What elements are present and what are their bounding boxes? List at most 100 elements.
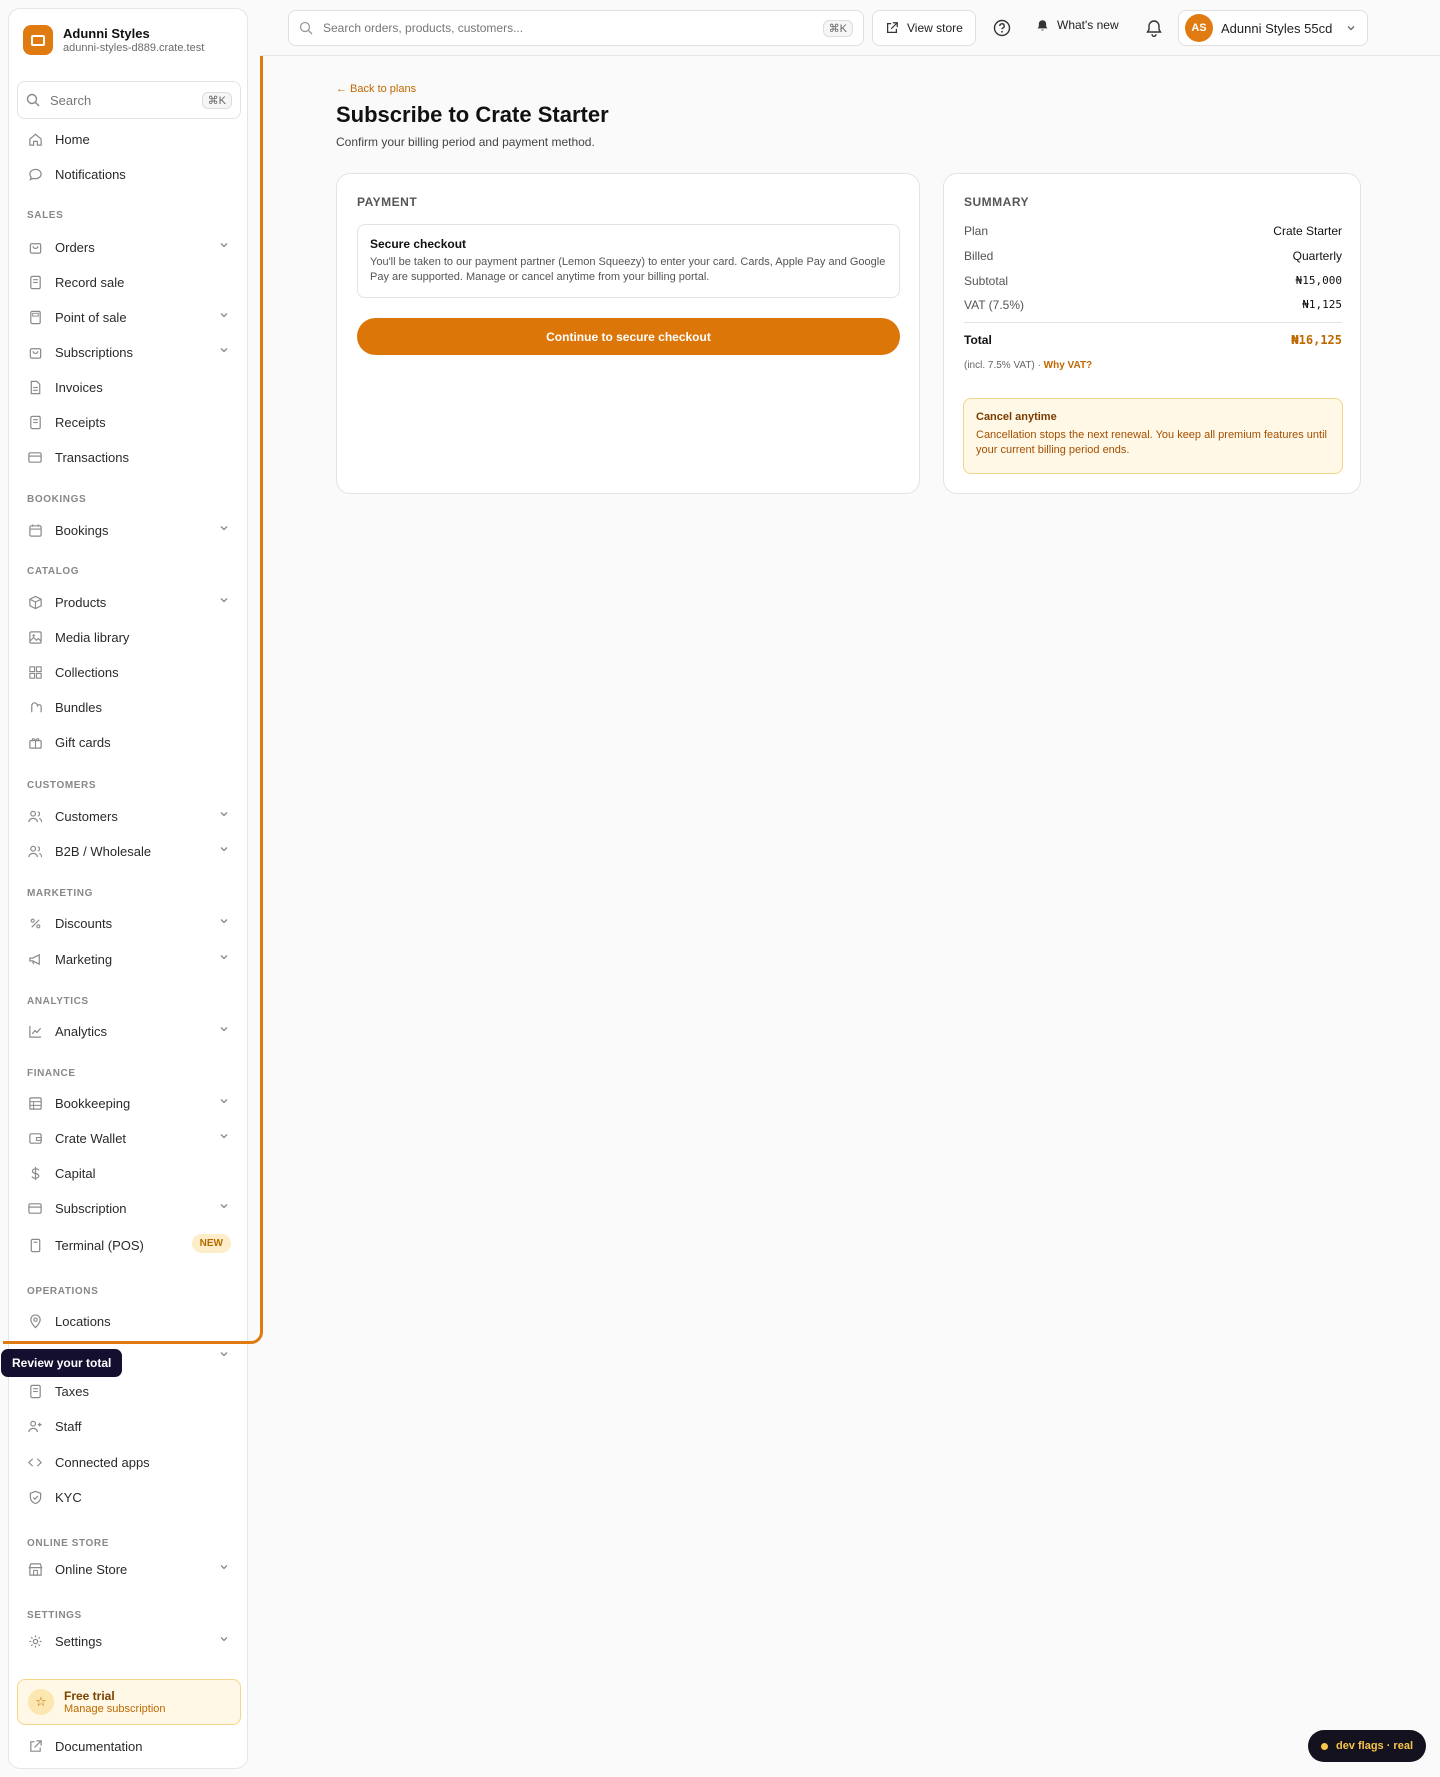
global-search-input[interactable]: Search orders, products, customers... ⌘K bbox=[288, 10, 864, 46]
sidebar-item-label: KYC bbox=[55, 1489, 82, 1505]
sidebar-item-label: Receipts bbox=[55, 414, 106, 430]
store-switcher[interactable]: Adunni Styles adunni-styles-d889.crate.t… bbox=[23, 25, 204, 55]
sidebar-item-media-library[interactable]: Media library bbox=[17, 622, 241, 652]
shopping-bag-icon bbox=[27, 239, 43, 255]
whats-new-label: What's new bbox=[1057, 18, 1119, 32]
notifications-button[interactable] bbox=[1140, 14, 1168, 42]
megaphone-icon bbox=[27, 951, 43, 967]
sidebar-item-label: Subscription bbox=[55, 1200, 127, 1216]
sidebar-item-analytics[interactable]: Analytics bbox=[17, 1016, 241, 1046]
sidebar-item-gift-cards[interactable]: Gift cards bbox=[17, 727, 241, 757]
chevron-down-icon bbox=[219, 310, 229, 320]
sidebar-item-bookings[interactable]: Bookings bbox=[17, 515, 241, 545]
help-button[interactable] bbox=[988, 14, 1016, 42]
sidebar-item-discounts[interactable]: Discounts bbox=[17, 908, 241, 938]
storefront-icon bbox=[27, 1561, 43, 1577]
section-heading-settings: SETTINGS bbox=[27, 1610, 82, 1621]
account-menu[interactable]: AS Adunni Styles 55cd bbox=[1178, 10, 1368, 46]
sidebar-item-label: Bookings bbox=[55, 522, 109, 538]
free-trial-card[interactable]: ☆ Free trial Manage subscription bbox=[17, 1679, 241, 1725]
back-to-plans-link[interactable]: ← Back to plans bbox=[336, 83, 416, 95]
chevron-down-icon bbox=[219, 1201, 229, 1211]
sidebar-item-record-sale[interactable]: Record sale bbox=[17, 267, 241, 297]
chevron-down-icon bbox=[219, 523, 229, 533]
topbar: Search orders, products, customers... ⌘K… bbox=[260, 0, 1440, 56]
sidebar-item-orders[interactable]: Orders bbox=[17, 232, 241, 262]
sidebar-item-label: Crate Wallet bbox=[55, 1130, 127, 1146]
sidebar-item-label: Settings bbox=[55, 1633, 102, 1649]
sidebar-item-subscriptions[interactable]: Subscriptions bbox=[17, 337, 241, 367]
section-heading-analytics: ANALYTICS bbox=[27, 996, 89, 1007]
sidebar-item-marketing[interactable]: Marketing bbox=[17, 944, 241, 974]
cancel-anytime-notice: Cancel anytime Cancellation stops the ne… bbox=[963, 398, 1343, 474]
continue-to-checkout-button[interactable]: Continue to secure checkout bbox=[357, 318, 900, 355]
whats-new-button[interactable]: What's new bbox=[1036, 18, 1119, 32]
summary-label: Subtotal bbox=[964, 274, 1009, 288]
sidebar-item-taxes[interactable]: Taxes bbox=[17, 1376, 241, 1406]
sidebar-item-label: Terminal (POS) bbox=[55, 1237, 144, 1253]
sidebar-item-label: Discounts bbox=[55, 915, 113, 931]
view-store-label: View store bbox=[907, 21, 963, 35]
sidebar-item-home[interactable]: Home bbox=[17, 124, 241, 154]
sidebar-item-b2b-wholesale[interactable]: B2B / Wholesale bbox=[17, 836, 241, 866]
sidebar-search[interactable]: Search ⌘K bbox=[17, 81, 241, 119]
sidebar-item-receipts[interactable]: Receipts bbox=[17, 407, 241, 437]
gear-icon bbox=[27, 1633, 43, 1649]
code-icon bbox=[27, 1454, 43, 1470]
store-logo-icon bbox=[23, 25, 53, 55]
percent-icon bbox=[27, 915, 43, 931]
store-name: Adunni Styles bbox=[63, 25, 150, 41]
grid-icon bbox=[27, 664, 43, 680]
sidebar-item-terminal-pos[interactable]: Terminal (POS) NEW bbox=[17, 1230, 241, 1260]
view-store-button[interactable]: View store bbox=[872, 10, 976, 46]
section-heading-bookings: BOOKINGS bbox=[27, 494, 87, 505]
external-link-icon bbox=[27, 1738, 43, 1754]
sidebar-item-staff[interactable]: Staff bbox=[17, 1411, 241, 1441]
secure-checkout-title: Secure checkout bbox=[370, 237, 467, 251]
total-value: ₦16,125 bbox=[1291, 333, 1342, 347]
search-shortcut: ⌘K bbox=[201, 91, 232, 109]
receipt-icon bbox=[27, 274, 43, 290]
sidebar-item-documentation[interactable]: Documentation bbox=[17, 1731, 241, 1761]
sidebar-item-transactions[interactable]: Transactions bbox=[17, 442, 241, 472]
manage-subscription-link[interactable]: Manage subscription bbox=[64, 1703, 166, 1715]
chevron-down-icon bbox=[219, 1096, 229, 1106]
sidebar-item-bookkeeping[interactable]: Bookkeeping bbox=[17, 1088, 241, 1118]
sidebar-item-invoices[interactable]: Invoices bbox=[17, 372, 241, 402]
sidebar-item-label: Invoices bbox=[55, 379, 103, 395]
sidebar-item-collections[interactable]: Collections bbox=[17, 657, 241, 687]
sidebar-item-notifications[interactable]: Notifications bbox=[17, 159, 241, 189]
sidebar-item-label: Capital bbox=[55, 1165, 96, 1181]
chevron-down-icon bbox=[219, 952, 229, 962]
sidebar-item-settings[interactable]: Settings bbox=[17, 1626, 241, 1656]
sidebar-item-capital[interactable]: Capital bbox=[17, 1158, 241, 1188]
credit-card-icon bbox=[27, 449, 43, 465]
sidebar-item-locations[interactable]: Locations bbox=[17, 1306, 241, 1336]
sidebar-item-point-of-sale[interactable]: Point of sale bbox=[17, 302, 241, 332]
sidebar-item-label: Analytics bbox=[55, 1023, 108, 1039]
sidebar-item-products[interactable]: Products bbox=[17, 587, 241, 617]
sidebar-item-connected-apps[interactable]: Connected apps bbox=[17, 1447, 241, 1477]
trial-title: Free trial bbox=[64, 1689, 115, 1703]
bundle-icon bbox=[27, 699, 43, 715]
sidebar-item-subscription[interactable]: Subscription bbox=[17, 1193, 241, 1223]
store-domain: adunni-styles-d889.crate.test bbox=[63, 41, 205, 54]
dev-flags-pill[interactable]: dev flags · real bbox=[1308, 1730, 1426, 1762]
chevron-down-icon bbox=[219, 1349, 229, 1359]
summary-row-subtotal: Subtotal ₦15,000 bbox=[964, 274, 1342, 288]
sidebar-item-online-store[interactable]: Online Store bbox=[17, 1554, 241, 1584]
star-icon: ☆ bbox=[28, 1689, 54, 1715]
sidebar-item-kyc[interactable]: KYC bbox=[17, 1482, 241, 1512]
payment-card: PAYMENT Secure checkout You'll be taken … bbox=[336, 173, 920, 494]
external-link-icon bbox=[885, 21, 899, 35]
sidebar-item-bundles[interactable]: Bundles bbox=[17, 692, 241, 722]
why-vat-link[interactable]: Why VAT? bbox=[1044, 360, 1093, 371]
sidebar-search-placeholder: Search bbox=[50, 92, 92, 108]
sidebar-item-customers[interactable]: Customers bbox=[17, 801, 241, 831]
bag-icon bbox=[27, 344, 43, 360]
total-label: Total bbox=[964, 333, 992, 347]
chevron-down-icon bbox=[1346, 23, 1356, 33]
sidebar-item-crate-wallet[interactable]: Crate Wallet bbox=[17, 1123, 241, 1153]
sidebar-item-label: Media library bbox=[55, 629, 130, 645]
sidebar-item-label: Orders bbox=[55, 239, 95, 255]
